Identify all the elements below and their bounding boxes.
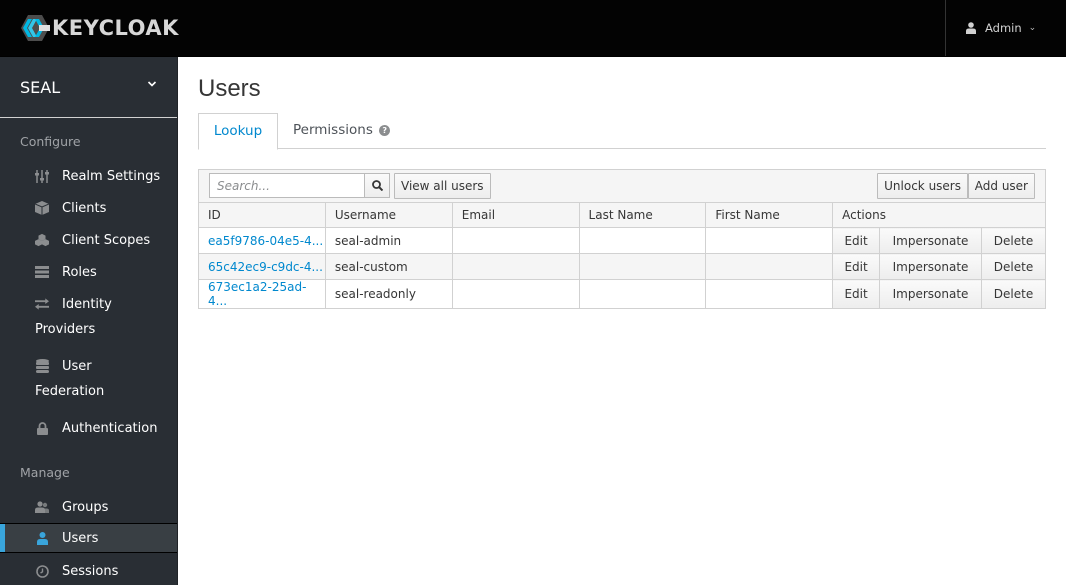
edit-button[interactable]: Edit [832, 279, 881, 309]
list-icon [35, 265, 49, 279]
realm-name: SEAL [20, 77, 61, 97]
cubes-icon [35, 233, 49, 247]
search-icon [371, 180, 383, 191]
keycloak-logo[interactable]: KEYCLOAK [20, 13, 179, 43]
table-header-row: ID Username Email Last Name First Name A… [198, 202, 1046, 228]
column-header-username[interactable]: Username [324, 202, 453, 228]
user-menu[interactable]: Admin ⌄ [945, 0, 1066, 56]
impersonate-button[interactable]: Impersonate [879, 227, 982, 254]
sidebar-item-client-scopes[interactable]: Client Scopes [0, 228, 177, 252]
user-name: Admin [985, 21, 1022, 35]
column-header-first-name[interactable]: First Name [705, 202, 834, 228]
edit-button[interactable]: Edit [832, 227, 881, 254]
cell-email [451, 227, 580, 254]
view-all-users-button[interactable]: View all users [394, 173, 491, 199]
chevron-down-icon: ⌄ [1028, 23, 1037, 33]
database-icon [35, 359, 49, 373]
logo-text: KEYCLOAK [52, 16, 179, 40]
clock-icon [35, 564, 49, 578]
add-user-button[interactable]: Add user [967, 173, 1035, 199]
top-navbar: KEYCLOAK Admin ⌄ [0, 0, 1066, 57]
edit-button[interactable]: Edit [832, 253, 881, 280]
tab-lookup[interactable]: Lookup [198, 113, 278, 150]
cell-username: seal-custom [324, 253, 453, 280]
column-header-actions: Actions [832, 202, 1046, 228]
sidebar-item-label: Authentication [62, 420, 158, 436]
search-group [209, 173, 390, 198]
table-row: 65c42ec9-c9dc-4... seal-custom Edit Impe… [198, 253, 1046, 280]
lock-icon [35, 421, 49, 435]
cell-first-name [705, 253, 834, 280]
cell-username: seal-readonly [324, 279, 453, 309]
column-header-email[interactable]: Email [451, 202, 580, 228]
user-id-link[interactable]: 65c42ec9-c9dc-4... [208, 260, 323, 274]
cell-email [451, 253, 580, 280]
sidebar-item-label: User [62, 358, 92, 374]
sidebar-item-label: Client Scopes [62, 232, 151, 248]
impersonate-button[interactable]: Impersonate [879, 253, 982, 280]
sidebar-item-sessions[interactable]: Sessions [0, 559, 177, 583]
users-icon [35, 500, 49, 514]
sidebar-item-clients[interactable]: Clients [0, 196, 177, 220]
cube-icon [35, 201, 49, 215]
cell-first-name [705, 227, 834, 254]
cell-first-name [705, 279, 834, 309]
sidebar-item-users[interactable]: Users [0, 523, 177, 553]
sidebar-item-label: Sessions [62, 563, 119, 579]
sidebar-item-realm-settings[interactable]: Realm Settings [0, 164, 177, 188]
delete-button[interactable]: Delete [981, 253, 1046, 280]
user-icon [966, 22, 976, 34]
tab-permissions[interactable]: Permissions ? [293, 113, 391, 150]
exchange-icon [35, 297, 49, 311]
sidebar: SEAL Configure Realm Settings Clients Cl… [0, 57, 178, 585]
keycloak-logo-icon [21, 15, 50, 41]
user-icon [35, 531, 49, 545]
sliders-icon [35, 169, 49, 183]
sidebar-item-identity-providers[interactable]: Identity Providers [0, 292, 177, 344]
users-table: ID Username Email Last Name First Name A… [198, 202, 1046, 309]
sidebar-item-user-federation[interactable]: User Federation [0, 354, 177, 406]
user-id-link[interactable]: 673ec1a2-25ad-4... [208, 280, 306, 308]
sidebar-item-label: Identity [62, 296, 112, 312]
tabs: Lookup Permissions ? [198, 113, 1046, 150]
cell-id: ea5f9786-04e5-4... [198, 227, 326, 254]
search-input[interactable] [209, 173, 365, 198]
sidebar-item-label: Clients [62, 200, 107, 216]
impersonate-button[interactable]: Impersonate [879, 279, 982, 309]
realm-selector[interactable]: SEAL [0, 57, 177, 118]
cell-username: seal-admin [324, 227, 453, 254]
main-content: Users Lookup Permissions ? View all user… [178, 57, 1066, 585]
table-row: 673ec1a2-25ad-4... seal-readonly Edit Im… [198, 279, 1046, 309]
cell-last-name [578, 227, 707, 254]
cell-last-name [578, 279, 707, 309]
sidebar-item-label: Users [62, 530, 99, 546]
sidebar-item-label: Roles [62, 264, 97, 280]
sidebar-item-roles[interactable]: Roles [0, 260, 177, 284]
page-title: Users [198, 75, 261, 102]
section-configure: Configure [20, 134, 81, 149]
search-button[interactable] [365, 173, 390, 198]
sidebar-item-authentication[interactable]: Authentication [0, 416, 177, 440]
cell-id: 65c42ec9-c9dc-4... [198, 253, 326, 280]
sidebar-item-label: Groups [62, 499, 109, 515]
sidebar-item-label-cont: Federation [35, 384, 105, 399]
table-toolbar: View all users Unlock users Add user [198, 169, 1046, 202]
section-manage: Manage [20, 465, 70, 480]
cell-last-name [578, 253, 707, 280]
cell-email [451, 279, 580, 309]
tab-label: Permissions [293, 122, 373, 138]
delete-button[interactable]: Delete [981, 227, 1046, 254]
sidebar-item-groups[interactable]: Groups [0, 495, 177, 519]
unlock-users-button[interactable]: Unlock users [877, 173, 968, 199]
sidebar-item-label: Realm Settings [62, 168, 161, 184]
delete-button[interactable]: Delete [981, 279, 1046, 309]
table-row: ea5f9786-04e5-4... seal-admin Edit Imper… [198, 227, 1046, 254]
chevron-down-icon [147, 81, 157, 87]
cell-id: 673ec1a2-25ad-4... [198, 279, 326, 309]
sidebar-item-label-cont: Providers [35, 322, 96, 337]
user-id-link[interactable]: ea5f9786-04e5-4... [208, 234, 323, 248]
column-header-last-name[interactable]: Last Name [578, 202, 707, 228]
help-icon[interactable]: ? [379, 125, 391, 136]
column-header-id[interactable]: ID [198, 202, 326, 228]
